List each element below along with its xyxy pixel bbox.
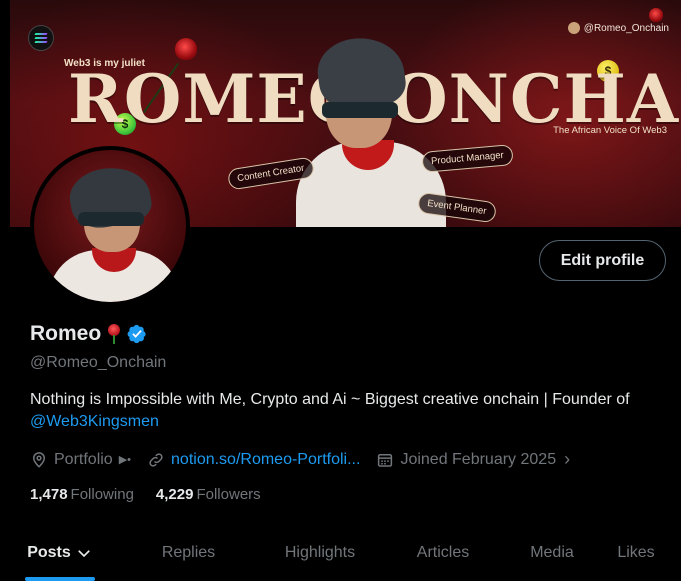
active-tab-indicator	[25, 577, 95, 581]
profile-tabs: Posts Replies Highlights Articles Media …	[10, 525, 681, 581]
rose-icon	[175, 38, 197, 60]
profile-meta-row: Portfolio ▶• notion.so/Romeo-Portfoli...…	[30, 449, 570, 470]
joined-item[interactable]: Joined February 2025	[376, 451, 556, 469]
arrow-emoji-icon: ▶•	[118, 454, 132, 466]
bio-mention-link[interactable]: @Web3Kingsmen	[30, 413, 159, 430]
tab-replies[interactable]: Replies	[110, 525, 267, 581]
chevron-right-icon[interactable]: ›	[564, 449, 570, 470]
solana-logo-icon	[28, 25, 54, 51]
banner-subtitle: The African Voice Of Web3	[553, 125, 667, 136]
location-text: Portfolio	[54, 450, 113, 468]
tab-articles[interactable]: Articles	[373, 525, 513, 581]
verified-badge-icon[interactable]	[127, 324, 147, 344]
tab-likes[interactable]: Likes	[591, 525, 681, 581]
tab-likes-label: Likes	[617, 544, 655, 561]
followers-link[interactable]: 4,229 Followers	[156, 486, 261, 503]
website-link[interactable]: notion.so/Romeo-Portfoli...	[171, 451, 360, 469]
display-name: Romeo	[30, 322, 102, 345]
rose-icon	[649, 8, 663, 22]
edit-profile-button[interactable]: Edit profile	[539, 240, 666, 281]
tab-highlights-label: Highlights	[284, 544, 356, 561]
following-count: 1,478	[30, 486, 68, 503]
tab-highlights[interactable]: Highlights	[267, 525, 373, 581]
calendar-icon	[378, 453, 393, 467]
tab-media-label: Media	[530, 544, 574, 561]
followers-count: 4,229	[155, 486, 194, 503]
banner-handle: @Romeo_Onchain	[567, 22, 669, 34]
profile-name-row: Romeo	[30, 322, 147, 346]
tab-posts-label: Posts	[27, 544, 71, 561]
followers-label: Followers	[196, 486, 261, 503]
following-link[interactable]: 1,478 Following	[30, 486, 134, 503]
link-icon	[149, 452, 163, 467]
profile-handle: @Romeo_Onchain	[30, 354, 167, 371]
location-pin-icon	[32, 451, 46, 468]
tab-replies-label: Replies	[161, 544, 216, 561]
banner-mini-avatar-icon	[567, 22, 580, 34]
chevron-down-icon[interactable]	[75, 544, 93, 562]
bio-text: Nothing is Impossible with Me, Crypto an…	[30, 391, 630, 408]
profile-bio: Nothing is Impossible with Me, Crypto an…	[30, 389, 670, 433]
tab-articles-label: Articles	[416, 544, 470, 561]
website-item[interactable]: notion.so/Romeo-Portfoli...	[147, 451, 360, 469]
following-label: Following	[70, 486, 134, 503]
joined-text: Joined February 2025	[400, 450, 557, 468]
profile-avatar[interactable]	[30, 146, 190, 306]
follow-stats: 1,478 Following 4,229 Followers	[30, 486, 261, 503]
location-item: Portfolio ▶•	[30, 451, 131, 469]
tab-posts[interactable]: Posts	[10, 525, 110, 581]
tab-media[interactable]: Media	[513, 525, 591, 581]
rose-emoji-icon	[107, 324, 121, 344]
